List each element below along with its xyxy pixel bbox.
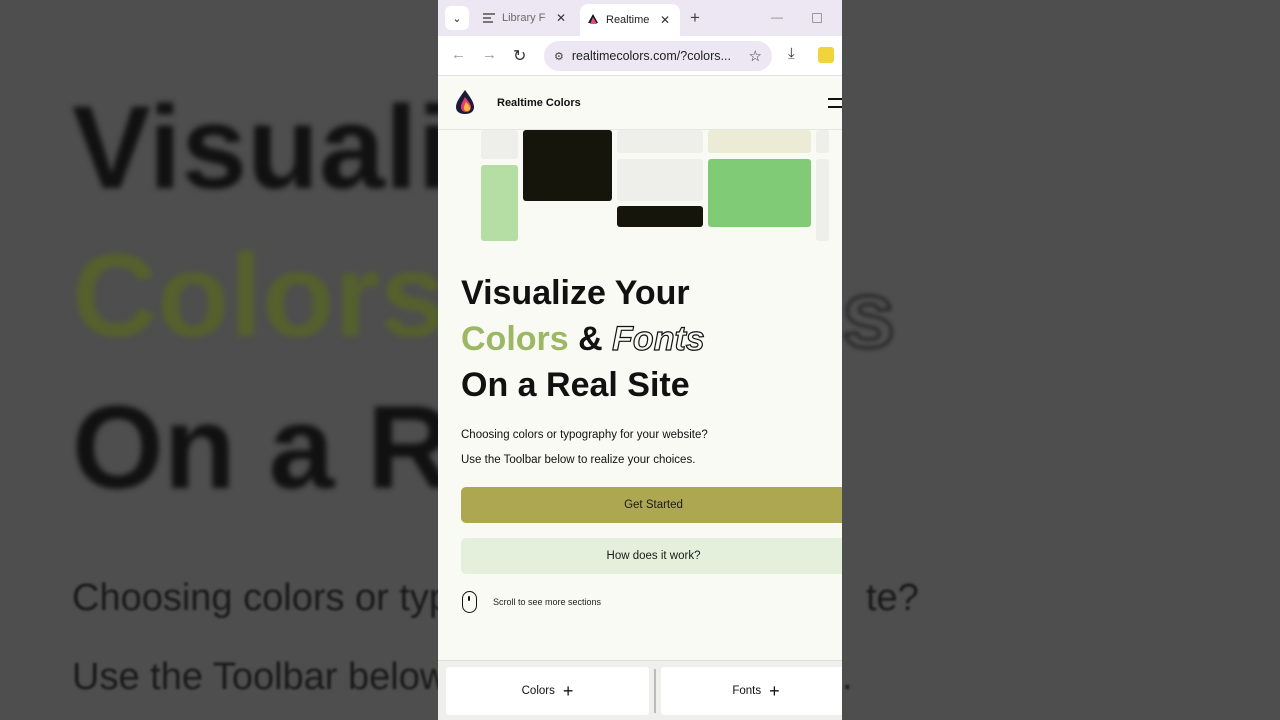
fonts-toolbar-button[interactable]: Fonts + — [661, 667, 842, 715]
library-icon — [483, 13, 495, 23]
fonts-toolbar-label: Fonts — [732, 685, 762, 697]
brand-name[interactable]: Realtime Colors — [497, 97, 581, 109]
tab-title: Realtime Colors — [606, 14, 650, 26]
backdrop-right-fragment: s — [841, 260, 896, 369]
hero-colors-word: Colors — [461, 320, 569, 358]
url-text: realtimecolors.com/?colors... — [571, 49, 731, 63]
tab-realtime-colors[interactable]: Realtime Colors ✕ — [580, 4, 680, 36]
download-icon[interactable]: ⤓ — [788, 45, 795, 62]
realtime-colors-logo-icon — [588, 14, 598, 24]
scroll-hint-text: Scroll to see more sections — [493, 597, 602, 607]
hero-line2: Colors & Fonts — [461, 316, 831, 362]
new-tab-icon[interactable]: + — [690, 8, 700, 28]
mosaic-block — [617, 159, 703, 201]
hero-paragraph2: Use the Toolbar below to realize your ch… — [461, 454, 696, 466]
plus-icon: + — [562, 681, 574, 701]
maximize-icon[interactable] — [812, 13, 822, 23]
hero-heading: Visualize Your Colors & Fonts On a Real … — [461, 270, 831, 408]
mosaic-block — [481, 165, 518, 241]
close-icon[interactable]: ✕ — [556, 11, 566, 25]
tab-strip: ⌄ Library Fonts ✕ Realtime Colors ✕ + — — [438, 0, 842, 36]
mosaic-block — [617, 130, 703, 153]
minimize-icon[interactable]: — — [771, 10, 783, 24]
mosaic-block — [816, 130, 829, 153]
mouse-icon — [462, 591, 477, 613]
tab-library-fonts[interactable]: Library Fonts ✕ — [476, 4, 572, 32]
close-icon[interactable]: ✕ — [660, 13, 670, 27]
reload-icon[interactable]: ↻ — [513, 46, 526, 66]
address-bar-row: ← → ↻ ⚙ realtimecolors.com/?colors... ☆ … — [438, 36, 842, 76]
backdrop-paragraph2-end: . — [842, 656, 853, 698]
hero-mosaic — [438, 130, 842, 245]
realtime-colors-logo-icon[interactable] — [454, 89, 476, 115]
forward-arrow-icon[interactable]: → — [482, 46, 497, 63]
site-header: Realtime Colors — [438, 77, 842, 130]
url-field[interactable]: ⚙ realtimecolors.com/?colors... ☆ — [544, 41, 772, 71]
hamburger-menu-icon[interactable] — [828, 98, 842, 114]
get-started-button[interactable]: Get Started — [461, 487, 842, 523]
backdrop-paragraph2: Use the Toolbar below — [72, 656, 448, 698]
colors-toolbar-button[interactable]: Colors + — [446, 667, 649, 715]
how-does-it-work-button[interactable]: How does it work? — [461, 538, 842, 574]
scroll-hint: Scroll to see more sections — [462, 591, 601, 613]
bookmark-star-icon[interactable]: ☆ — [749, 47, 762, 65]
browser-window: ⌄ Library Fonts ✕ Realtime Colors ✕ + — … — [438, 0, 842, 720]
tab-title: Library Fonts — [502, 12, 546, 24]
backdrop-heading-line2: Colors — [72, 230, 446, 362]
backdrop-heading-line1: Visuali — [72, 82, 451, 214]
hero-fonts-word: Fonts — [612, 319, 706, 358]
hero-ampersand: & — [578, 320, 603, 358]
mosaic-block — [816, 159, 829, 241]
hero-line1: Visualize Your — [461, 274, 690, 312]
colors-toolbar-label: Colors — [521, 685, 555, 697]
site-info-icon[interactable]: ⚙ — [554, 50, 564, 63]
backdrop-paragraph1: Choosing colors or typ — [72, 577, 451, 619]
mosaic-block — [617, 206, 703, 227]
backdrop-paragraph1-end: te? — [866, 577, 919, 619]
mosaic-block — [708, 159, 811, 227]
bottom-toolbar: Colors + Fonts + — [438, 660, 842, 720]
extension-icon[interactable] — [818, 47, 834, 63]
hero-paragraph1: Choosing colors or typography for your w… — [461, 429, 708, 441]
hero-line3: On a Real Site — [461, 366, 690, 404]
tab-search-button[interactable]: ⌄ — [445, 6, 469, 30]
back-arrow-icon[interactable]: ← — [451, 46, 466, 63]
toolbar-divider — [654, 669, 656, 713]
chevron-down-icon: ⌄ — [452, 12, 462, 25]
mosaic-block — [708, 130, 811, 153]
mosaic-block — [481, 130, 518, 159]
plus-icon: + — [769, 681, 780, 701]
mosaic-block — [523, 130, 612, 201]
